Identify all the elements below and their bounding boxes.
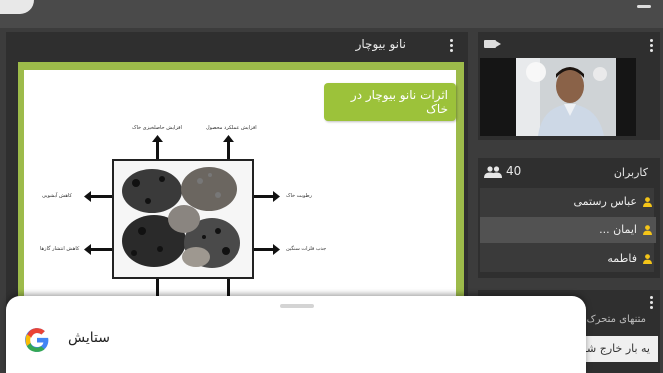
user-name: ایمان ... [599, 223, 637, 236]
slide-label-right-lower: جذب فلزات سنگین [286, 246, 327, 252]
user-icon [643, 225, 652, 235]
arrow-left-lower [90, 248, 112, 251]
arrow-up-right [227, 140, 230, 160]
arrow-head-right-upper [273, 191, 280, 202]
user-name: عباس رستمی [573, 195, 637, 208]
user-name: فاطمه [607, 252, 637, 265]
arrow-up-left [156, 140, 159, 160]
biochar-photo [112, 159, 254, 279]
people-icon [484, 166, 502, 178]
bottom-sheet[interactable]: ستایش [6, 296, 586, 373]
video-panel [478, 32, 660, 140]
user-row[interactable]: ایمان ... [599, 223, 652, 236]
arrow-right-lower [252, 248, 274, 251]
users-panel: 40 کاربران عباس رستمی ایمان ... فاطمه [478, 158, 660, 278]
user-count: 40 [506, 164, 522, 178]
menu-icon[interactable] [637, 5, 651, 8]
google-logo-icon [25, 328, 49, 352]
chat-message: متنهای متحرک [586, 314, 646, 325]
slide: اثرات نانو بیوچار در خاک افزایش حاصلخیزی… [24, 70, 456, 322]
back-button[interactable] [0, 0, 34, 14]
presentation-panel: نانو بیوچار اثرات نانو بیوچار در خاک افز… [6, 32, 468, 322]
webcam-feed [480, 58, 636, 136]
user-row[interactable]: عباس رستمی [573, 195, 652, 208]
arrow-head-left-lower [84, 244, 91, 255]
user-row[interactable]: فاطمه [607, 252, 652, 265]
arrow-head-right-lower [273, 244, 280, 255]
presentation-header: نانو بیوچار [6, 32, 468, 58]
chat-options-icon[interactable] [650, 296, 654, 311]
slide-label-left-lower: کاهش انتشار گازها [40, 246, 80, 252]
drag-handle[interactable] [280, 304, 314, 308]
video-options-icon[interactable] [650, 39, 654, 54]
camera-icon [484, 40, 501, 48]
arrow-head-up-left [152, 135, 163, 142]
user-icon [643, 254, 652, 264]
slide-label-top-right: افزایش عملکرد محصول [206, 125, 257, 131]
users-title: کاربران [613, 166, 648, 179]
slide-label-left-upper: کاهش آبشویی [42, 193, 72, 199]
top-bar [0, 0, 663, 28]
arrow-left-upper [90, 195, 112, 198]
chat-input-text: یه بار خارج شو [581, 342, 650, 355]
user-icon [643, 197, 652, 207]
presentation-title: نانو بیوچار [355, 37, 406, 51]
slide-label-right-upper: رطوبت خاک [286, 193, 312, 199]
arrow-head-up-right [223, 135, 234, 142]
slide-label-top-left: افزایش حاصلخیزی خاک [132, 125, 182, 131]
arrow-right-upper [252, 195, 274, 198]
arrow-head-left-upper [84, 191, 91, 202]
account-name: ستایش [68, 330, 110, 346]
slide-title: اثرات نانو بیوچار در خاک [324, 83, 456, 121]
presentation-options-icon[interactable] [450, 39, 454, 54]
slide-frame: اثرات نانو بیوچار در خاک افزایش حاصلخیزی… [18, 62, 464, 322]
